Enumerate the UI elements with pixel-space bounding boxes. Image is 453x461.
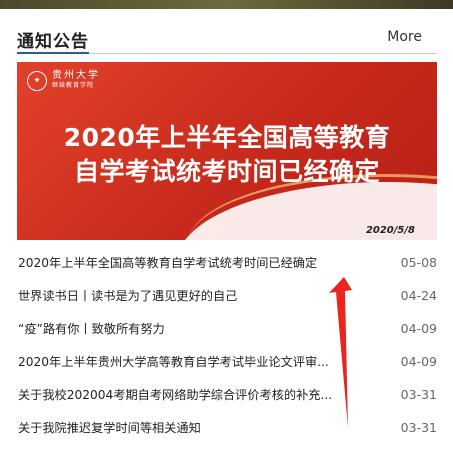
list-item[interactable]: 世界读书日丨读书是为了遇见更好的自己 04-24 bbox=[17, 287, 437, 320]
list-item-title[interactable]: 关于我院推迟复学时间等相关通知 bbox=[18, 419, 368, 437]
panel-header: 通知公告 More bbox=[17, 27, 437, 54]
list-item-title[interactable]: “疫”路有你丨致敬所有努力 bbox=[18, 320, 368, 338]
top-background-strip bbox=[0, 0, 453, 9]
list-item[interactable]: 关于我院推迟复学时间等相关通知 03-31 bbox=[17, 419, 437, 452]
logo-name: 贵州大学 bbox=[52, 70, 100, 81]
list-item-title[interactable]: 关于我校202004考期自考网络助学综合评价考核的补充... bbox=[18, 386, 368, 404]
list-item-date: 05-08 bbox=[400, 255, 437, 270]
list-item-date: 04-09 bbox=[400, 321, 437, 336]
list-item[interactable]: “疫”路有你丨致敬所有努力 04-09 bbox=[17, 320, 437, 353]
logo-subtitle: 继续教育学院 bbox=[52, 82, 95, 89]
more-link[interactable]: More bbox=[387, 29, 422, 45]
list-item-date: 04-09 bbox=[400, 354, 437, 369]
panel-title: 通知公告 bbox=[17, 32, 89, 52]
list-item-date: 04-24 bbox=[400, 288, 437, 303]
list-item-title[interactable]: 2020年上半年全国高等教育自学考试统考时间已经确定 bbox=[18, 254, 368, 272]
banner-date: 2020/5/8 bbox=[365, 225, 415, 236]
list-item-title[interactable]: 2020年上半年贵州大学高等教育自学考试毕业论文评审... bbox=[18, 353, 368, 371]
university-logo: ✦ 贵州大学 继续教育学院 bbox=[27, 70, 100, 92]
notice-list: 2020年上半年全国高等教育自学考试统考时间已经确定 05-08 世界读书日丨读… bbox=[17, 254, 437, 452]
banner-headline-line1: 2020年上半年全国高等教育 bbox=[63, 123, 391, 152]
featured-banner[interactable]: ✦ 贵州大学 继续教育学院 2020年上半年全国高等教育 自学考试统考时间已经确… bbox=[17, 62, 437, 240]
list-item[interactable]: 关于我校202004考期自考网络助学综合评价考核的补充... 03-31 bbox=[17, 386, 437, 419]
title-underline bbox=[17, 52, 89, 54]
seal-icon: ✦ bbox=[27, 71, 47, 91]
list-item-date: 03-31 bbox=[400, 387, 437, 402]
list-item[interactable]: 2020年上半年全国高等教育自学考试统考时间已经确定 05-08 bbox=[17, 254, 437, 287]
list-item-title[interactable]: 世界读书日丨读书是为了遇见更好的自己 bbox=[18, 287, 368, 305]
banner-headline-line2: 自学考试统考时间已经确定 bbox=[73, 157, 380, 186]
list-item[interactable]: 2020年上半年贵州大学高等教育自学考试毕业论文评审... 04-09 bbox=[17, 353, 437, 386]
list-item-date: 03-31 bbox=[400, 420, 437, 435]
